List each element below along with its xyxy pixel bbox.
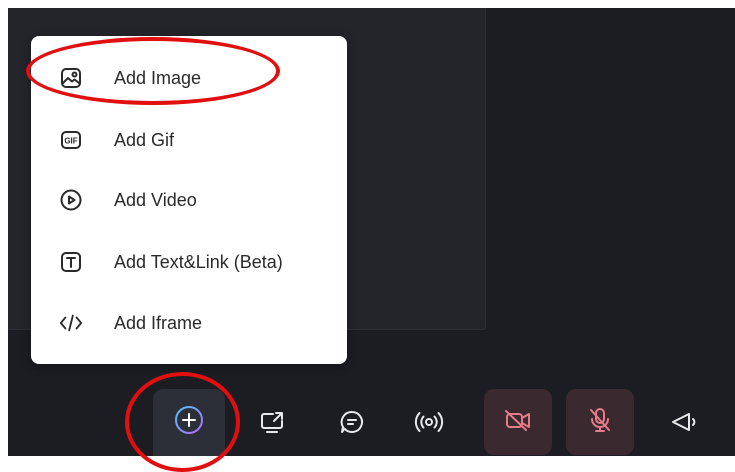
menu-item-label: Add Iframe [114,312,203,333]
menu-item-add-image[interactable]: Add Image [31,48,347,108]
share-screen-button[interactable] [248,400,296,448]
menu-item-add-gif[interactable]: GIF Add Gif [31,110,347,170]
add-content-button[interactable] [153,389,225,456]
text-icon [59,250,83,274]
announce-button[interactable] [659,400,707,448]
menu-item-label: Add Video [114,189,197,210]
svg-text:GIF: GIF [64,137,77,146]
chat-button[interactable] [328,400,376,448]
menu-item-add-iframe[interactable]: Add Iframe [31,293,347,353]
screen-share-icon [259,410,285,439]
code-icon [59,311,83,335]
menu-item-add-video[interactable]: Add Video [31,170,347,230]
megaphone-icon [669,410,697,439]
image-icon [59,66,83,90]
mic-toggle-button[interactable] [566,389,634,455]
menu-item-label: Add Image [114,67,202,88]
stage-side-area [486,8,735,329]
broadcast-button[interactable] [405,400,453,448]
broadcast-icon [414,410,444,439]
video-play-icon [59,188,83,212]
gif-icon: GIF [59,128,83,152]
add-content-menu: Add Image GIF Add Gif Add Video Add Text… [31,36,347,364]
chat-icon [339,409,365,440]
camera-off-icon [504,408,532,437]
plus-circle-icon [174,405,204,440]
menu-item-label: Add Gif [114,129,175,150]
mic-off-icon [587,406,613,439]
menu-item-add-text-link[interactable]: Add Text&Link (Beta) [31,232,347,292]
menu-item-label: Add Text&Link (Beta) [114,251,283,272]
camera-toggle-button[interactable] [484,389,552,455]
